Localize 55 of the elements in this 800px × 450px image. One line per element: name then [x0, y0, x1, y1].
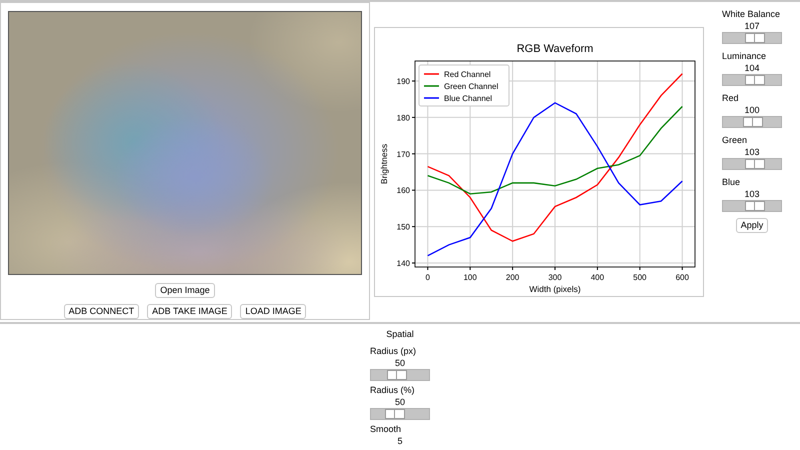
x-tick-label: 300 [548, 273, 562, 282]
slider-label: Radius (%) [370, 384, 415, 396]
y-tick-label: 170 [396, 150, 410, 159]
y-tick-label: 190 [396, 77, 410, 86]
x-tick-label: 400 [590, 273, 604, 282]
slider-label: Luminance [722, 50, 766, 62]
slider-thumb[interactable] [745, 33, 765, 43]
x-axis-label: Width (pixels) [529, 284, 581, 294]
section-title: Spatial [386, 328, 414, 341]
slider-value: 5 [396, 434, 404, 446]
slider-label: Blue [722, 176, 740, 188]
slider-value: 104 [743, 62, 761, 74]
slider-value: 103 [743, 188, 761, 200]
x-tick-label: 500 [633, 273, 647, 282]
slider-value: 50 [394, 396, 406, 408]
slider-track[interactable] [722, 200, 782, 212]
slider-track[interactable] [722, 116, 782, 128]
legend-label: Blue Channel [444, 94, 492, 103]
y-tick-label: 180 [396, 113, 410, 122]
x-tick-label: 0 [426, 273, 430, 282]
y-tick-label: 150 [396, 222, 410, 232]
action-button[interactable]: ADB TAKE IMAGE [147, 304, 232, 319]
slider-value: 107 [743, 20, 761, 32]
slider-thumb[interactable] [384, 408, 405, 418]
slider-value: 103 [743, 146, 761, 158]
slider-track[interactable] [370, 368, 430, 380]
slider-track[interactable] [722, 74, 782, 86]
slider-label: Radius (px) [370, 344, 416, 356]
slider-thumb[interactable] [743, 117, 764, 127]
legend-label: Red Channel [444, 70, 491, 79]
slider-track[interactable] [370, 408, 430, 420]
x-tick-label: 600 [676, 273, 689, 282]
slider-thumb[interactable] [745, 75, 765, 85]
action-button[interactable]: Apply [736, 218, 768, 233]
slider-value: 50 [394, 356, 406, 368]
slider-label: White Balance [722, 8, 780, 20]
action-button[interactable]: Open Image [155, 283, 215, 298]
action-button[interactable]: ADB CONNECT [64, 304, 140, 319]
slider-label: Green [722, 134, 748, 146]
slider-thumb[interactable] [745, 159, 765, 169]
slider-track[interactable] [722, 158, 782, 170]
x-tick-label: 100 [463, 273, 477, 282]
y-tick-label: 140 [396, 259, 410, 268]
slider-label: Smooth [370, 422, 402, 434]
slider-thumb[interactable] [745, 201, 765, 211]
chart-title: RGB Waveform [516, 43, 594, 55]
slider-thumb[interactable] [387, 370, 407, 380]
slider-track[interactable] [722, 32, 782, 44]
y-axis-label: Brightness [379, 144, 389, 184]
slider-value: 100 [743, 104, 761, 116]
legend-label: Green Channel [444, 82, 498, 91]
x-tick-label: 200 [506, 273, 520, 282]
action-button[interactable]: LOAD IMAGE [240, 304, 306, 319]
y-tick-label: 160 [396, 186, 410, 196]
slider-label: Red [722, 92, 739, 104]
